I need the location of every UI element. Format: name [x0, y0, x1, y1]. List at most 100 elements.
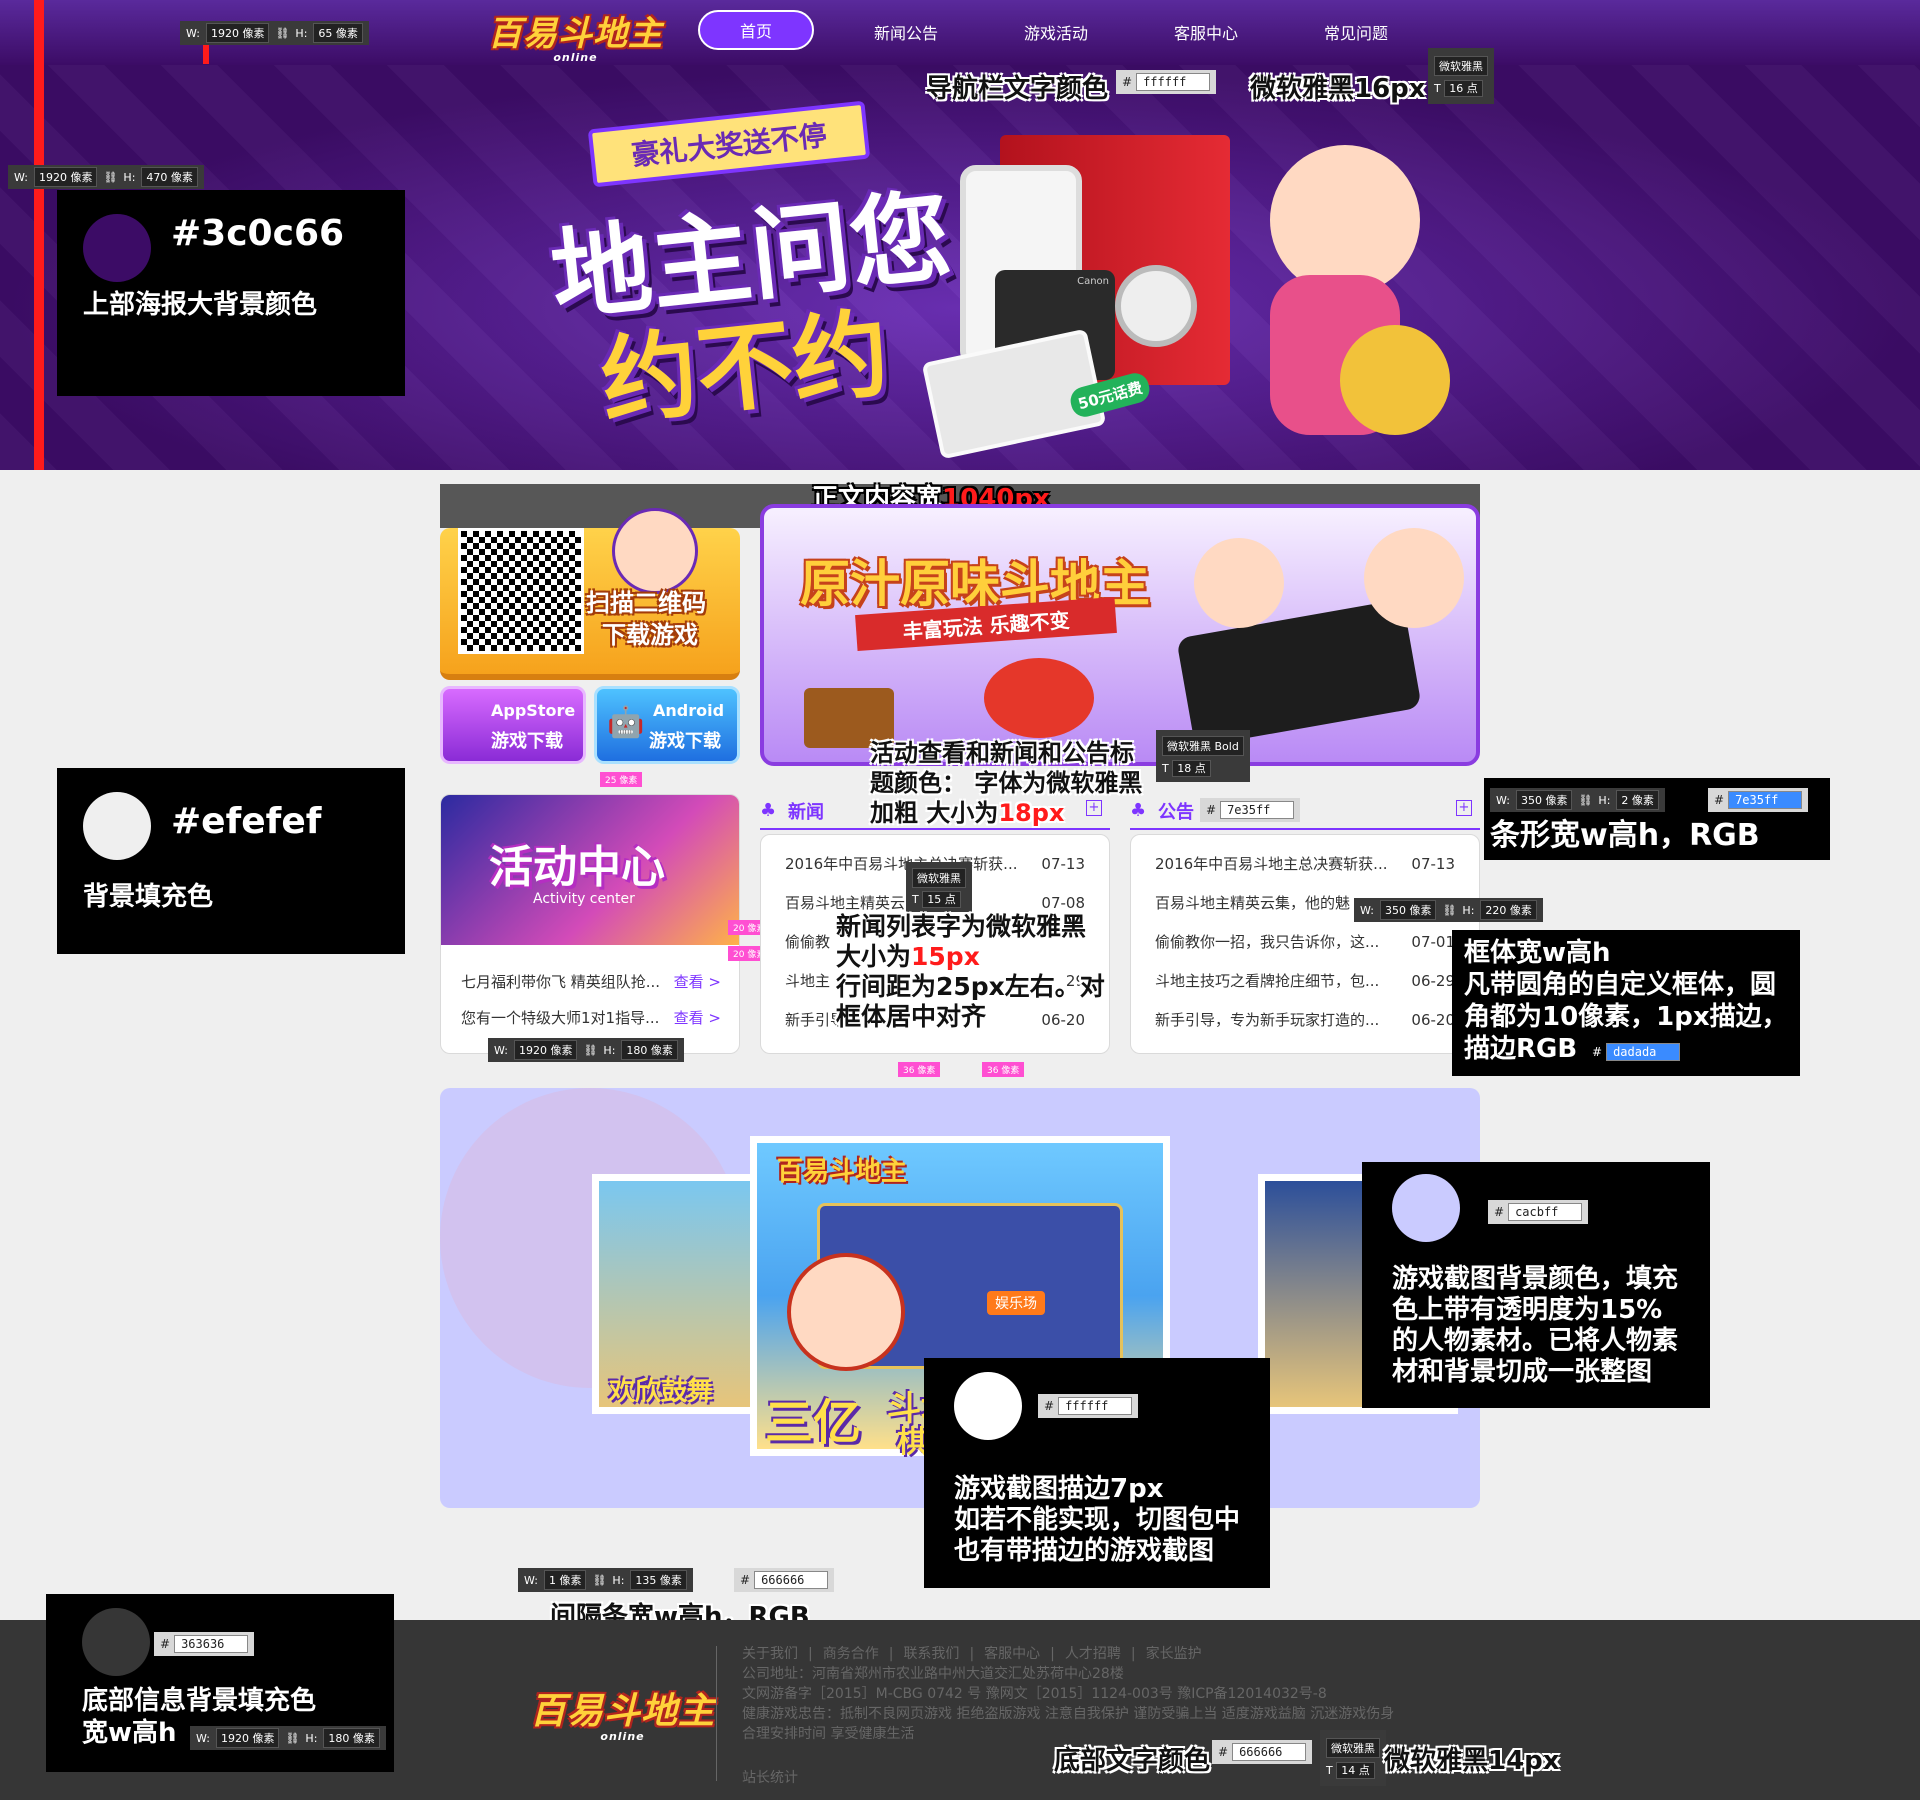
tablet-image — [1176, 598, 1422, 748]
screenshot-center-caption: 三亿 — [765, 1395, 862, 1451]
screenshot-center-caption-3: 棋 — [897, 1425, 927, 1460]
font-name: 微软雅黑 Bold — [1162, 736, 1244, 756]
notice-item[interactable]: 偷偷教你一招，我只告诉你，这... 07-01 — [1131, 923, 1479, 962]
activity-item[interactable]: 您有一个特级大师1对1指导... 查看 > — [461, 1007, 721, 1028]
news-item-title: 斗地主 — [785, 972, 831, 990]
appstore-download-button[interactable]: AppStore 游戏下载 — [440, 686, 586, 764]
note-line: 的人物素材。已将人物素 — [1392, 1326, 1679, 1356]
qr-code-image — [458, 528, 584, 654]
footer-link-about[interactable]: 关于我们 — [742, 1644, 798, 1664]
news-item-date: 07-13 — [1041, 855, 1085, 873]
activity-dimension-tag: W: 1920 像素 ⛓ H: 180 像素 — [488, 1038, 684, 1062]
height-value: 180 像素 — [323, 1728, 380, 1748]
footer-logo: 百易斗地主 online — [530, 1682, 715, 1743]
activity-view-link[interactable]: 查看 > — [674, 971, 721, 992]
banner-dimension-tag: W: 1920 像素 ⛓ H: 470 像素 — [8, 165, 204, 189]
divider-hex: #666666 — [734, 1568, 835, 1592]
bar-note: 条形宽w高h，RGB — [1490, 818, 1760, 853]
note-line: 游戏截图描边7px — [954, 1474, 1164, 1504]
footer-link-parents[interactable]: 家长监护 — [1146, 1644, 1202, 1664]
note-line: 题颜色： 字体为微软雅黑 — [870, 769, 1143, 797]
note-line: 宽w高h — [82, 1718, 177, 1748]
notice-item-date: 06-29 — [1411, 972, 1455, 990]
android-sublabel: 游戏下载 — [649, 731, 721, 752]
boy-character-image — [787, 1253, 905, 1371]
promo-banner[interactable]: 原汁原味斗地主 丰富玩法 乐趣不变 — [760, 504, 1480, 766]
text-size-icon: T — [1162, 762, 1169, 775]
club-icon: ♣ — [760, 800, 777, 821]
logo-text: 百易斗地主 — [530, 1691, 716, 1732]
game-room-tag: 娱乐场 — [987, 1291, 1045, 1315]
notice-item[interactable]: 新手引导，专为新手玩家打造的... 06-20 — [1131, 1001, 1479, 1040]
girl-character-image — [1364, 528, 1464, 628]
box-style-callout: 框体宽w高h 凡带圆角的自定义框体，圆 角都为10像素，1px描边， 描边RGB… — [1452, 930, 1800, 1076]
footer-bg-hex: #363636 — [154, 1632, 255, 1656]
height-label: H: — [603, 1043, 616, 1057]
android-download-button[interactable]: 🤖 Android 游戏下载 — [594, 686, 740, 764]
nav-faq[interactable]: 常见问题 — [1324, 20, 1388, 44]
color-description: 背景填充色 — [83, 882, 214, 912]
link-icon: ⛓ — [592, 1573, 607, 1587]
text-size-icon: T — [1326, 1764, 1333, 1777]
footer-address: 公司地址：河南省郑州市农业路中州大道交汇处苏荷中心28楼 — [742, 1666, 1124, 1682]
footer-font-info: 微软雅黑 T 14 点 — [1320, 1730, 1386, 1786]
height-value: 2 像素 — [1616, 790, 1659, 810]
height-label: H: — [295, 26, 308, 40]
note-line: 材和背景切成一张整图 — [1392, 1357, 1653, 1387]
hex-value: 7e35ff — [1728, 791, 1803, 809]
box-color-swatch: # dadada — [1586, 1040, 1687, 1064]
club-icon: ♣ — [1130, 800, 1147, 821]
news-more-button[interactable]: + — [1086, 800, 1102, 816]
screenshot-stroke-callout: # ffffff 游戏截图描边7px 如若不能实现，切图包中 也有带描边的游戏截图 — [924, 1358, 1270, 1588]
hash-label: # — [1206, 803, 1217, 817]
nav-news[interactable]: 新闻公告 — [874, 20, 938, 44]
notice-more-button[interactable]: + — [1456, 800, 1472, 816]
android-label: Android — [653, 701, 725, 720]
hex-value: 363636 — [174, 1635, 249, 1653]
gap-tag: 36 像素 — [898, 1062, 941, 1077]
activity-title: 活动中心 — [489, 842, 665, 893]
nav-color-note: 导航栏文字颜色 — [926, 74, 1109, 104]
stroke-hex: # ffffff — [1038, 1394, 1139, 1418]
separator: | — [1050, 1646, 1055, 1662]
nav-support[interactable]: 客服中心 — [1174, 20, 1238, 44]
activity-center-banner[interactable]: 活动中心 Activity center — [441, 795, 739, 945]
footer-link-business[interactable]: 商务合作 — [823, 1644, 879, 1664]
footer-stats-link[interactable]: 站长统计 — [742, 1768, 798, 1788]
appstore-sublabel: 游戏下载 — [491, 731, 563, 752]
notice-item[interactable]: 斗地主技巧之看牌抢庄细节，包... 06-29 — [1131, 962, 1479, 1001]
screenshot-bg-hex: # cacbff — [1488, 1200, 1589, 1224]
note-line: 活动查看和新闻和公告标 — [870, 739, 1134, 767]
activity-view-link[interactable]: 查看 > — [674, 1007, 721, 1028]
qr-download-panel: 扫描二维码 下载游戏 — [440, 508, 740, 680]
qr-label-line1: 扫描二维码 — [586, 589, 706, 617]
site-logo[interactable]: 百易斗地主 online — [488, 6, 663, 64]
width-value: 1 像素 — [543, 1570, 587, 1590]
color-swatch — [82, 1608, 150, 1676]
color-description: 上部海报大背景颜色 — [83, 290, 318, 320]
nav-home[interactable]: 首页 — [698, 10, 814, 50]
footer-text-color-note: 底部文字颜色 — [1054, 1746, 1211, 1776]
link-icon: ⛓ — [103, 170, 118, 184]
notice-item[interactable]: 2016年中百易斗地主总决赛斩获... 07-13 — [1131, 845, 1479, 884]
color-hex: #3c0c66 — [171, 213, 345, 254]
footer-link-contact[interactable]: 联系我们 — [903, 1644, 959, 1664]
notice-title: 公告 — [1158, 802, 1194, 823]
money-bag-image — [1340, 325, 1450, 435]
footer-link-support[interactable]: 客服中心 — [984, 1644, 1040, 1664]
title-color-swatch: #7e35ff — [1200, 798, 1301, 822]
font-name: 微软雅黑 — [1326, 1738, 1380, 1758]
nav-font-info: 微软雅黑 T 16 点 — [1428, 48, 1494, 104]
nav-events[interactable]: 游戏活动 — [1024, 20, 1088, 44]
footer-health-notice-2: 合理安排时间 享受健康生活 — [742, 1726, 915, 1742]
hash-label: # — [1714, 793, 1725, 807]
notice-item-title: 百易斗地主精英云集，他的魅 — [1155, 894, 1351, 912]
screenshot-left-caption: 欢欣鼓舞 — [609, 1377, 714, 1407]
bar-dimension-tag: W: 350 像素 ⛓ H: 2 像素 — [1490, 788, 1665, 812]
link-icon: ⛓ — [583, 1043, 598, 1057]
footer-link-jobs[interactable]: 人才招聘 — [1065, 1644, 1121, 1664]
news-item-title: 2016年中百易斗地主总决赛斩获... — [785, 855, 1018, 873]
girl-avatar-image — [612, 508, 698, 594]
note-value: 15px — [911, 942, 980, 971]
activity-item[interactable]: 七月福利带你飞 精英组队抢... 查看 > — [461, 971, 721, 992]
